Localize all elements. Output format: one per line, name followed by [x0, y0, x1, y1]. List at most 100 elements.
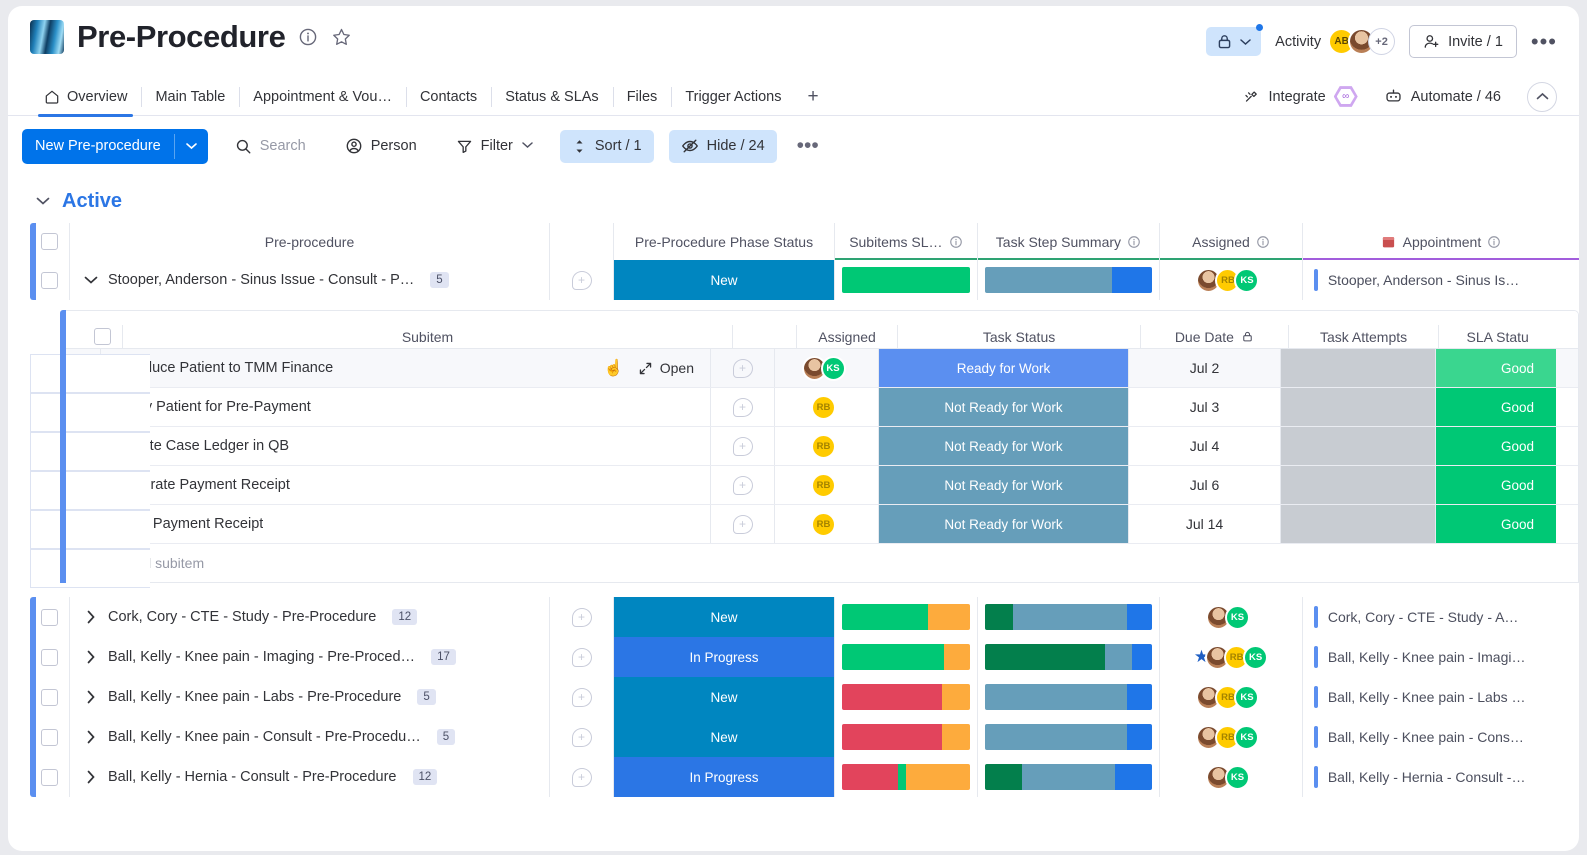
phase-status-cell[interactable]: In Progress	[614, 757, 835, 797]
group-header-active[interactable]: Active	[8, 176, 1579, 223]
appointment-link[interactable]: Ball, Kelly - Knee pain - Labs …	[1303, 686, 1579, 708]
phase-status-cell[interactable]: New	[614, 260, 835, 300]
due-date-cell[interactable]: Jul 2	[1129, 349, 1281, 387]
task-status-cell[interactable]: Ready for Work	[879, 349, 1129, 387]
sla-status-cell[interactable]: Good	[1436, 505, 1556, 543]
task-step-summary-cell[interactable]	[978, 757, 1161, 797]
task-status-cell[interactable]: Not Ready for Work	[879, 505, 1129, 543]
row-chat-button[interactable]: +	[711, 427, 775, 465]
add-tab-button[interactable]: +	[795, 78, 830, 116]
task-step-summary-cell[interactable]	[978, 677, 1161, 717]
tab-files[interactable]: Files	[612, 78, 672, 116]
chevron-down-icon[interactable]	[84, 275, 98, 285]
open-subitem-button[interactable]: Open	[638, 360, 694, 376]
row-name-cell[interactable]: Ball, Kelly - Knee pain - Labs - Pre-Pro…	[70, 677, 550, 717]
row-name-cell[interactable]: Stooper, Anderson - Sinus Issue - Consul…	[70, 260, 550, 300]
row-chat-button[interactable]: +	[550, 677, 614, 717]
subitem-select-all-checkbox[interactable]	[83, 325, 123, 348]
row-chat-button[interactable]: +	[550, 757, 614, 797]
column-header-subitem[interactable]: Subitem	[123, 325, 733, 348]
table-row[interactable]: Stooper, Anderson - Sinus Issue - Consul…	[30, 260, 1579, 300]
table-row[interactable]: Cork, Cory - CTE - Study - Pre-Procedure…	[30, 597, 1579, 637]
column-header-subitems-sla[interactable]: Subitems SL…	[835, 223, 978, 260]
row-chat-button[interactable]: +	[550, 260, 614, 300]
assigned-cell[interactable]: RB KS	[1160, 677, 1303, 717]
add-subitem-row[interactable]: + Add subitem	[61, 544, 1578, 582]
board-privacy-button[interactable]	[1206, 24, 1264, 56]
column-header-task-status[interactable]: Task Status	[898, 325, 1142, 348]
task-attempts-cell[interactable]	[1281, 349, 1436, 387]
subitem-name-cell[interactable]: Introduce Patient to TMM Finance ☝ Open	[101, 349, 711, 387]
task-step-summary-cell[interactable]	[978, 637, 1161, 677]
chevron-right-icon[interactable]	[84, 610, 98, 624]
subitem-assigned-cell[interactable]: RB	[775, 388, 879, 426]
collapse-header-button[interactable]	[1527, 81, 1557, 112]
task-attempts-cell[interactable]	[1281, 388, 1436, 426]
subitem-name-cell[interactable]: Update Case Ledger in QB	[101, 427, 711, 465]
subitem-assigned-cell[interactable]: RB	[775, 505, 879, 543]
chevron-right-icon[interactable]	[84, 650, 98, 664]
chevron-right-icon[interactable]	[84, 690, 98, 704]
row-chat-button[interactable]: +	[550, 597, 614, 637]
subitems-sla-cell[interactable]	[835, 637, 978, 677]
task-status-cell[interactable]: Not Ready for Work	[879, 388, 1129, 426]
row-name-cell[interactable]: Ball, Kelly - Knee pain - Consult - Pre-…	[70, 717, 550, 757]
phase-status-cell[interactable]: New	[614, 677, 835, 717]
select-all-checkbox[interactable]	[30, 223, 70, 260]
person-filter-button[interactable]: Person	[333, 130, 429, 163]
board-more-menu-button[interactable]: •••	[1531, 30, 1557, 52]
task-status-cell[interactable]: Not Ready for Work	[879, 427, 1129, 465]
new-pre-procedure-button[interactable]: New Pre-procedure	[22, 128, 208, 164]
tab-contacts[interactable]: Contacts	[405, 78, 491, 116]
tab-status-slas[interactable]: Status & SLAs	[491, 78, 613, 116]
row-checkbox[interactable]	[30, 757, 70, 797]
appointment-link[interactable]: Ball, Kelly - Knee pain - Imagi…	[1303, 646, 1579, 668]
assigned-cell[interactable]: ★ RB KS	[1160, 637, 1303, 677]
activity-avatars[interactable]: AB +2	[1328, 28, 1396, 55]
row-checkbox[interactable]	[30, 260, 70, 300]
row-chat-button[interactable]: +	[711, 505, 775, 543]
subitems-sla-cell[interactable]	[835, 717, 978, 757]
invite-button[interactable]: Invite / 1	[1409, 25, 1517, 58]
subitem-row[interactable]: Notify Patient for Pre-Payment + RB Not Rea…	[61, 388, 1578, 427]
row-name-cell[interactable]: Ball, Kelly - Knee pain - Imaging - Pre-…	[70, 637, 550, 677]
subitems-sla-cell[interactable]	[835, 597, 978, 637]
tab-overview[interactable]: Overview	[30, 78, 141, 117]
tab-trigger-actions[interactable]: Trigger Actions	[671, 78, 795, 116]
task-status-cell[interactable]: Not Ready for Work	[879, 466, 1129, 504]
subitem-row[interactable]: Introduce Patient to TMM Finance ☝ Open + KS…	[61, 349, 1578, 388]
column-header-assigned[interactable]: Assigned	[1160, 223, 1303, 260]
row-checkbox[interactable]	[30, 637, 70, 677]
chevron-down-icon[interactable]	[36, 193, 50, 211]
chevron-right-icon[interactable]	[84, 770, 98, 784]
appointment-cell[interactable]: Ball, Kelly - Hernia - Consult -…	[1303, 757, 1579, 797]
chevron-right-icon[interactable]	[84, 730, 98, 744]
column-header-due-date[interactable]: Due Date	[1141, 325, 1289, 348]
assigned-cell[interactable]: KS	[1160, 757, 1303, 797]
subitem-name-cell[interactable]: Generate Payment Receipt	[101, 466, 711, 504]
appointment-link[interactable]: Stooper, Anderson - Sinus Is…	[1303, 269, 1579, 291]
subitem-row[interactable]: Update Case Ledger in QB + RB Not Ready for…	[61, 427, 1578, 466]
table-row[interactable]: Ball, Kelly - Knee pain - Labs - Pre-Pro…	[30, 677, 1579, 717]
sla-status-cell[interactable]: Good	[1436, 466, 1556, 504]
appointment-link[interactable]: Cork, Cory - CTE - Study - A…	[1303, 606, 1579, 628]
activity-group[interactable]: Activity AB +2	[1275, 28, 1396, 55]
due-date-cell[interactable]: Jul 14	[1129, 505, 1281, 543]
sla-status-cell[interactable]: Good	[1436, 388, 1556, 426]
due-date-cell[interactable]: Jul 3	[1129, 388, 1281, 426]
appointment-cell[interactable]: Stooper, Anderson - Sinus Is…	[1303, 260, 1579, 300]
column-header-appointment[interactable]: Appointment	[1302, 223, 1579, 260]
hide-columns-button[interactable]: Hide / 24	[668, 129, 777, 163]
row-chat-button[interactable]: +	[711, 466, 775, 504]
subitems-sla-cell[interactable]	[835, 260, 978, 300]
row-chat-button[interactable]: +	[711, 388, 775, 426]
row-chat-button[interactable]: +	[550, 637, 614, 677]
assigned-cell[interactable]: RB KS	[1160, 260, 1303, 300]
search-button[interactable]: Search	[223, 130, 318, 163]
info-icon[interactable]	[1256, 235, 1270, 249]
subitem-row[interactable]: Generate Payment Receipt + RB Not Ready for…	[61, 466, 1578, 505]
subitems-sla-cell[interactable]	[835, 677, 978, 717]
phase-status-cell[interactable]: New	[614, 717, 835, 757]
subitem-assigned-cell[interactable]: RB	[775, 466, 879, 504]
info-icon[interactable]	[298, 27, 318, 47]
